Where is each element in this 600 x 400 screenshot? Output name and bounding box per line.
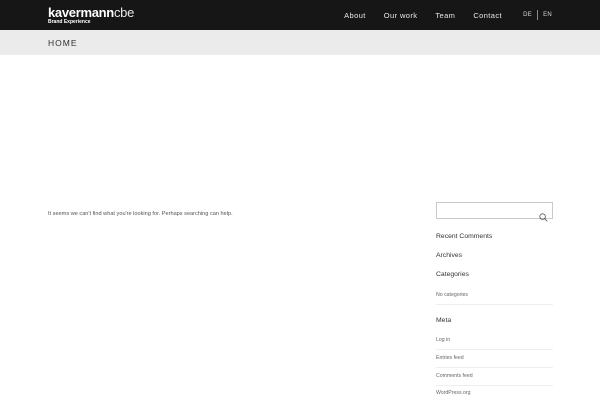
nav-link-team[interactable]: Team xyxy=(435,11,455,20)
language-en[interactable]: EN xyxy=(543,12,552,18)
meta-link-entries-feed[interactable]: Entries feed xyxy=(436,355,553,368)
logo-wordmark-bold: kavermann xyxy=(48,5,114,20)
page-title: HOME xyxy=(48,38,78,48)
meta-heading: Meta xyxy=(436,317,452,324)
category-item: No categories xyxy=(436,292,553,305)
meta-link-comments-feed[interactable]: Comments feed xyxy=(436,373,553,386)
recent-comments-heading: Recent Comments xyxy=(436,233,493,240)
search-box xyxy=(436,202,553,222)
not-found-message: It seems we can't find what you're looki… xyxy=(48,211,233,217)
archives-heading: Archives xyxy=(436,252,463,259)
nav-link-about[interactable]: About xyxy=(344,11,366,20)
main-nav: About Our work Team Contact xyxy=(326,0,502,30)
meta-link-log-in[interactable]: Log in xyxy=(436,337,553,350)
nav-link-contact[interactable]: Contact xyxy=(473,11,502,20)
language-divider xyxy=(537,10,539,20)
language-switcher: DE EN xyxy=(523,0,552,30)
search-icon[interactable] xyxy=(539,213,548,222)
language-de[interactable]: DE xyxy=(523,12,532,18)
top-navbar: kavermanncbe Brand Experience About Our … xyxy=(0,0,600,30)
search-input[interactable] xyxy=(437,203,537,218)
logo-wordmark-light: cbe xyxy=(113,5,135,20)
page-title-bar: HOME xyxy=(0,30,600,55)
logo-wordmark: kavermanncbe xyxy=(48,6,134,19)
nav-link-our-work[interactable]: Our work xyxy=(384,11,418,20)
categories-heading: Categories xyxy=(436,271,469,278)
sidebar: Recent Comments Archives Categories No c… xyxy=(436,202,553,396)
meta-link-wordpress-org[interactable]: WordPress.org xyxy=(436,390,553,400)
logo[interactable]: kavermanncbe Brand Experience xyxy=(48,6,134,25)
